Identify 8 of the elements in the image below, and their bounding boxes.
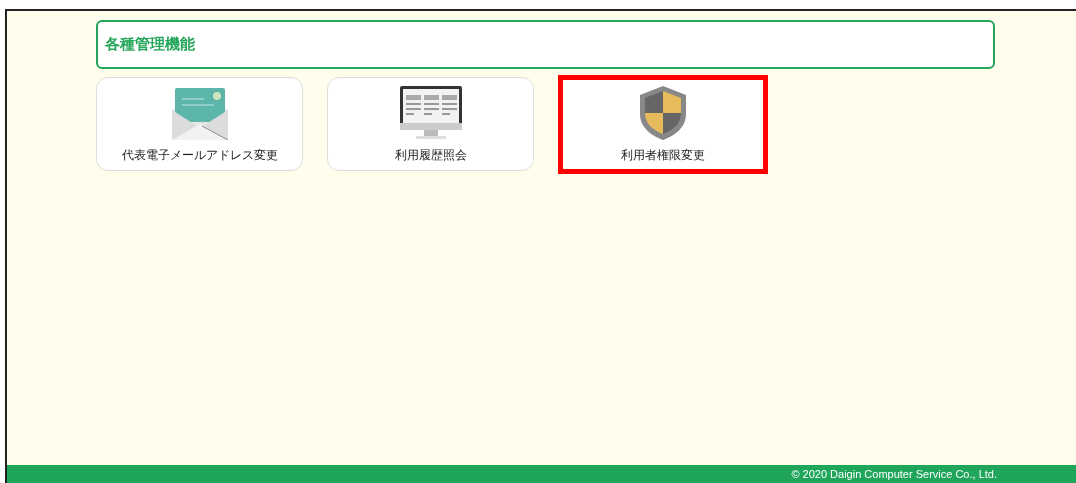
section-title: 各種管理機能 <box>105 34 195 56</box>
menu-card[interactable]: 利用者権限変更 <box>558 75 768 174</box>
monitor-icon <box>399 86 462 140</box>
menu-card[interactable]: 代表電子メールアドレス変更 <box>96 77 303 171</box>
menu-card[interactable]: 利用履歴照会 <box>327 77 534 171</box>
copyright-text: © 2020 Daigin Computer Service Co., Ltd. <box>791 466 997 482</box>
shield-icon <box>640 86 686 140</box>
envelope-icon <box>171 88 228 140</box>
